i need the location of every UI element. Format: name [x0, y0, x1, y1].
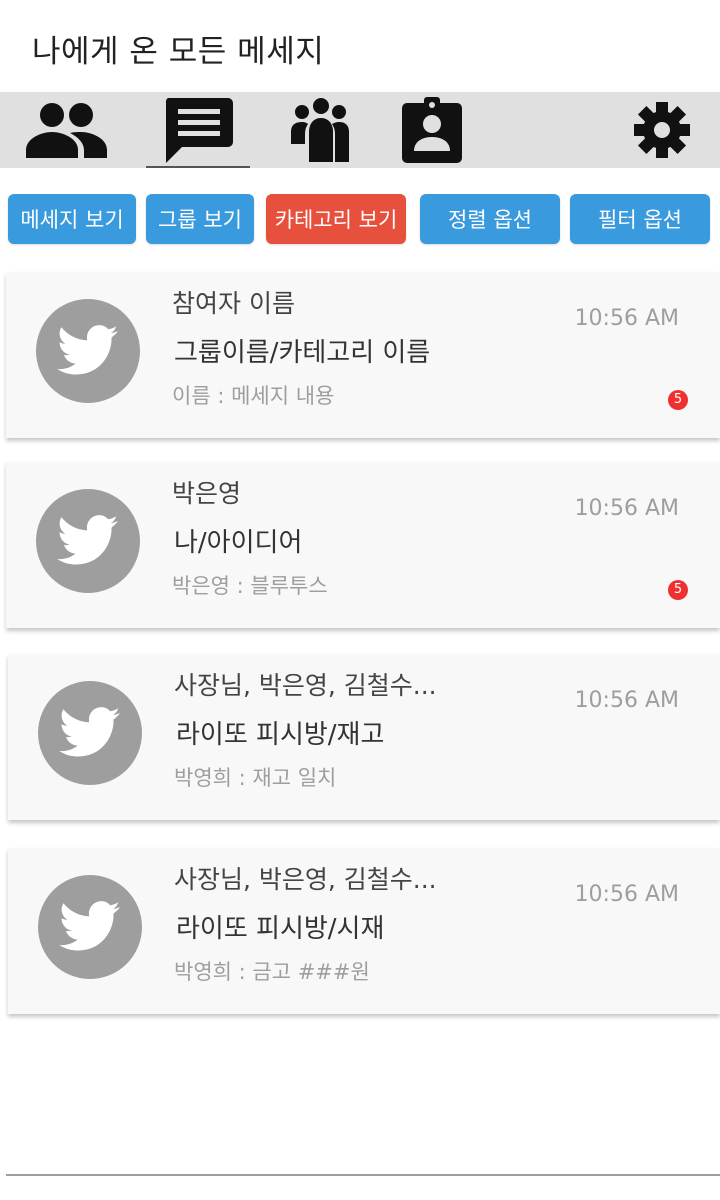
twitter-bird-icon: [57, 515, 118, 565]
filter-options-button[interactable]: 필터 옵션: [570, 194, 710, 244]
avatar: [36, 489, 140, 593]
active-tab-indicator: [146, 166, 250, 168]
chat-message-icon: [165, 98, 233, 163]
gear-icon: [634, 102, 690, 158]
tab-friends[interactable]: [22, 92, 110, 168]
tab-bar: [0, 92, 720, 168]
unread-count-badge: 5: [668, 390, 688, 410]
avatar: [38, 875, 142, 979]
group-category-label: 라이또 피시방/시재: [176, 914, 385, 944]
timestamp: 10:56 AM: [574, 688, 679, 713]
avatar: [36, 299, 140, 403]
group-category-label: 그룹이름/카테고리 이름: [174, 338, 431, 368]
tab-contacts[interactable]: [396, 92, 468, 168]
view-options-row: 메세지 보기 그룹 보기 카테고리 보기 정렬 옵션 필터 옵션: [0, 194, 720, 244]
conversation-item[interactable]: 사장님, 박은영, 김철수... 라이또 피시방/재고 박영희 : 재고 일치 …: [8, 654, 720, 820]
avatar: [38, 681, 142, 785]
participants-label: 박은영: [172, 479, 242, 508]
last-message-preview: 박영희 : 금고 ###원: [174, 960, 370, 984]
view-messages-button[interactable]: 메세지 보기: [8, 194, 136, 244]
bottom-divider: [6, 1174, 720, 1176]
group-icon: [291, 98, 349, 162]
twitter-bird-icon: [59, 707, 120, 757]
group-category-label: 나/아이디어: [174, 528, 303, 558]
conversation-item[interactable]: 박은영 나/아이디어 박은영 : 블루투스 10:56 AM 5: [6, 462, 720, 628]
last-message-preview: 박영희 : 재고 일치: [174, 766, 337, 790]
view-categories-button[interactable]: 카테고리 보기: [266, 194, 406, 244]
unread-count-badge: 5: [668, 580, 688, 600]
contact-card-icon: [402, 97, 462, 163]
participants-label: 사장님, 박은영, 김철수...: [174, 671, 437, 700]
conversation-item[interactable]: 사장님, 박은영, 김철수... 라이또 피시방/시재 박영희 : 금고 ###…: [8, 848, 720, 1014]
view-groups-button[interactable]: 그룹 보기: [146, 194, 254, 244]
participants-label: 참여자 이름: [172, 289, 295, 318]
twitter-bird-icon: [59, 901, 120, 951]
last-message-preview: 이름 : 메세지 내용: [172, 384, 335, 408]
twitter-bird-icon: [57, 325, 118, 375]
sort-options-button[interactable]: 정렬 옵션: [420, 194, 560, 244]
tab-settings[interactable]: [628, 92, 696, 168]
page-title: 나에게 온 모든 메세지: [32, 34, 325, 70]
conversation-item[interactable]: 참여자 이름 그룹이름/카테고리 이름 이름 : 메세지 내용 10:56 AM…: [6, 272, 720, 438]
group-category-label: 라이또 피시방/재고: [176, 720, 385, 750]
participants-label: 사장님, 박은영, 김철수...: [174, 865, 437, 894]
timestamp: 10:56 AM: [574, 882, 679, 907]
tab-groups[interactable]: [278, 92, 358, 168]
timestamp: 10:56 AM: [574, 306, 679, 331]
people-icon: [26, 103, 107, 158]
last-message-preview: 박은영 : 블루투스: [172, 574, 328, 598]
tab-messages[interactable]: [146, 92, 250, 168]
timestamp: 10:56 AM: [574, 496, 679, 521]
